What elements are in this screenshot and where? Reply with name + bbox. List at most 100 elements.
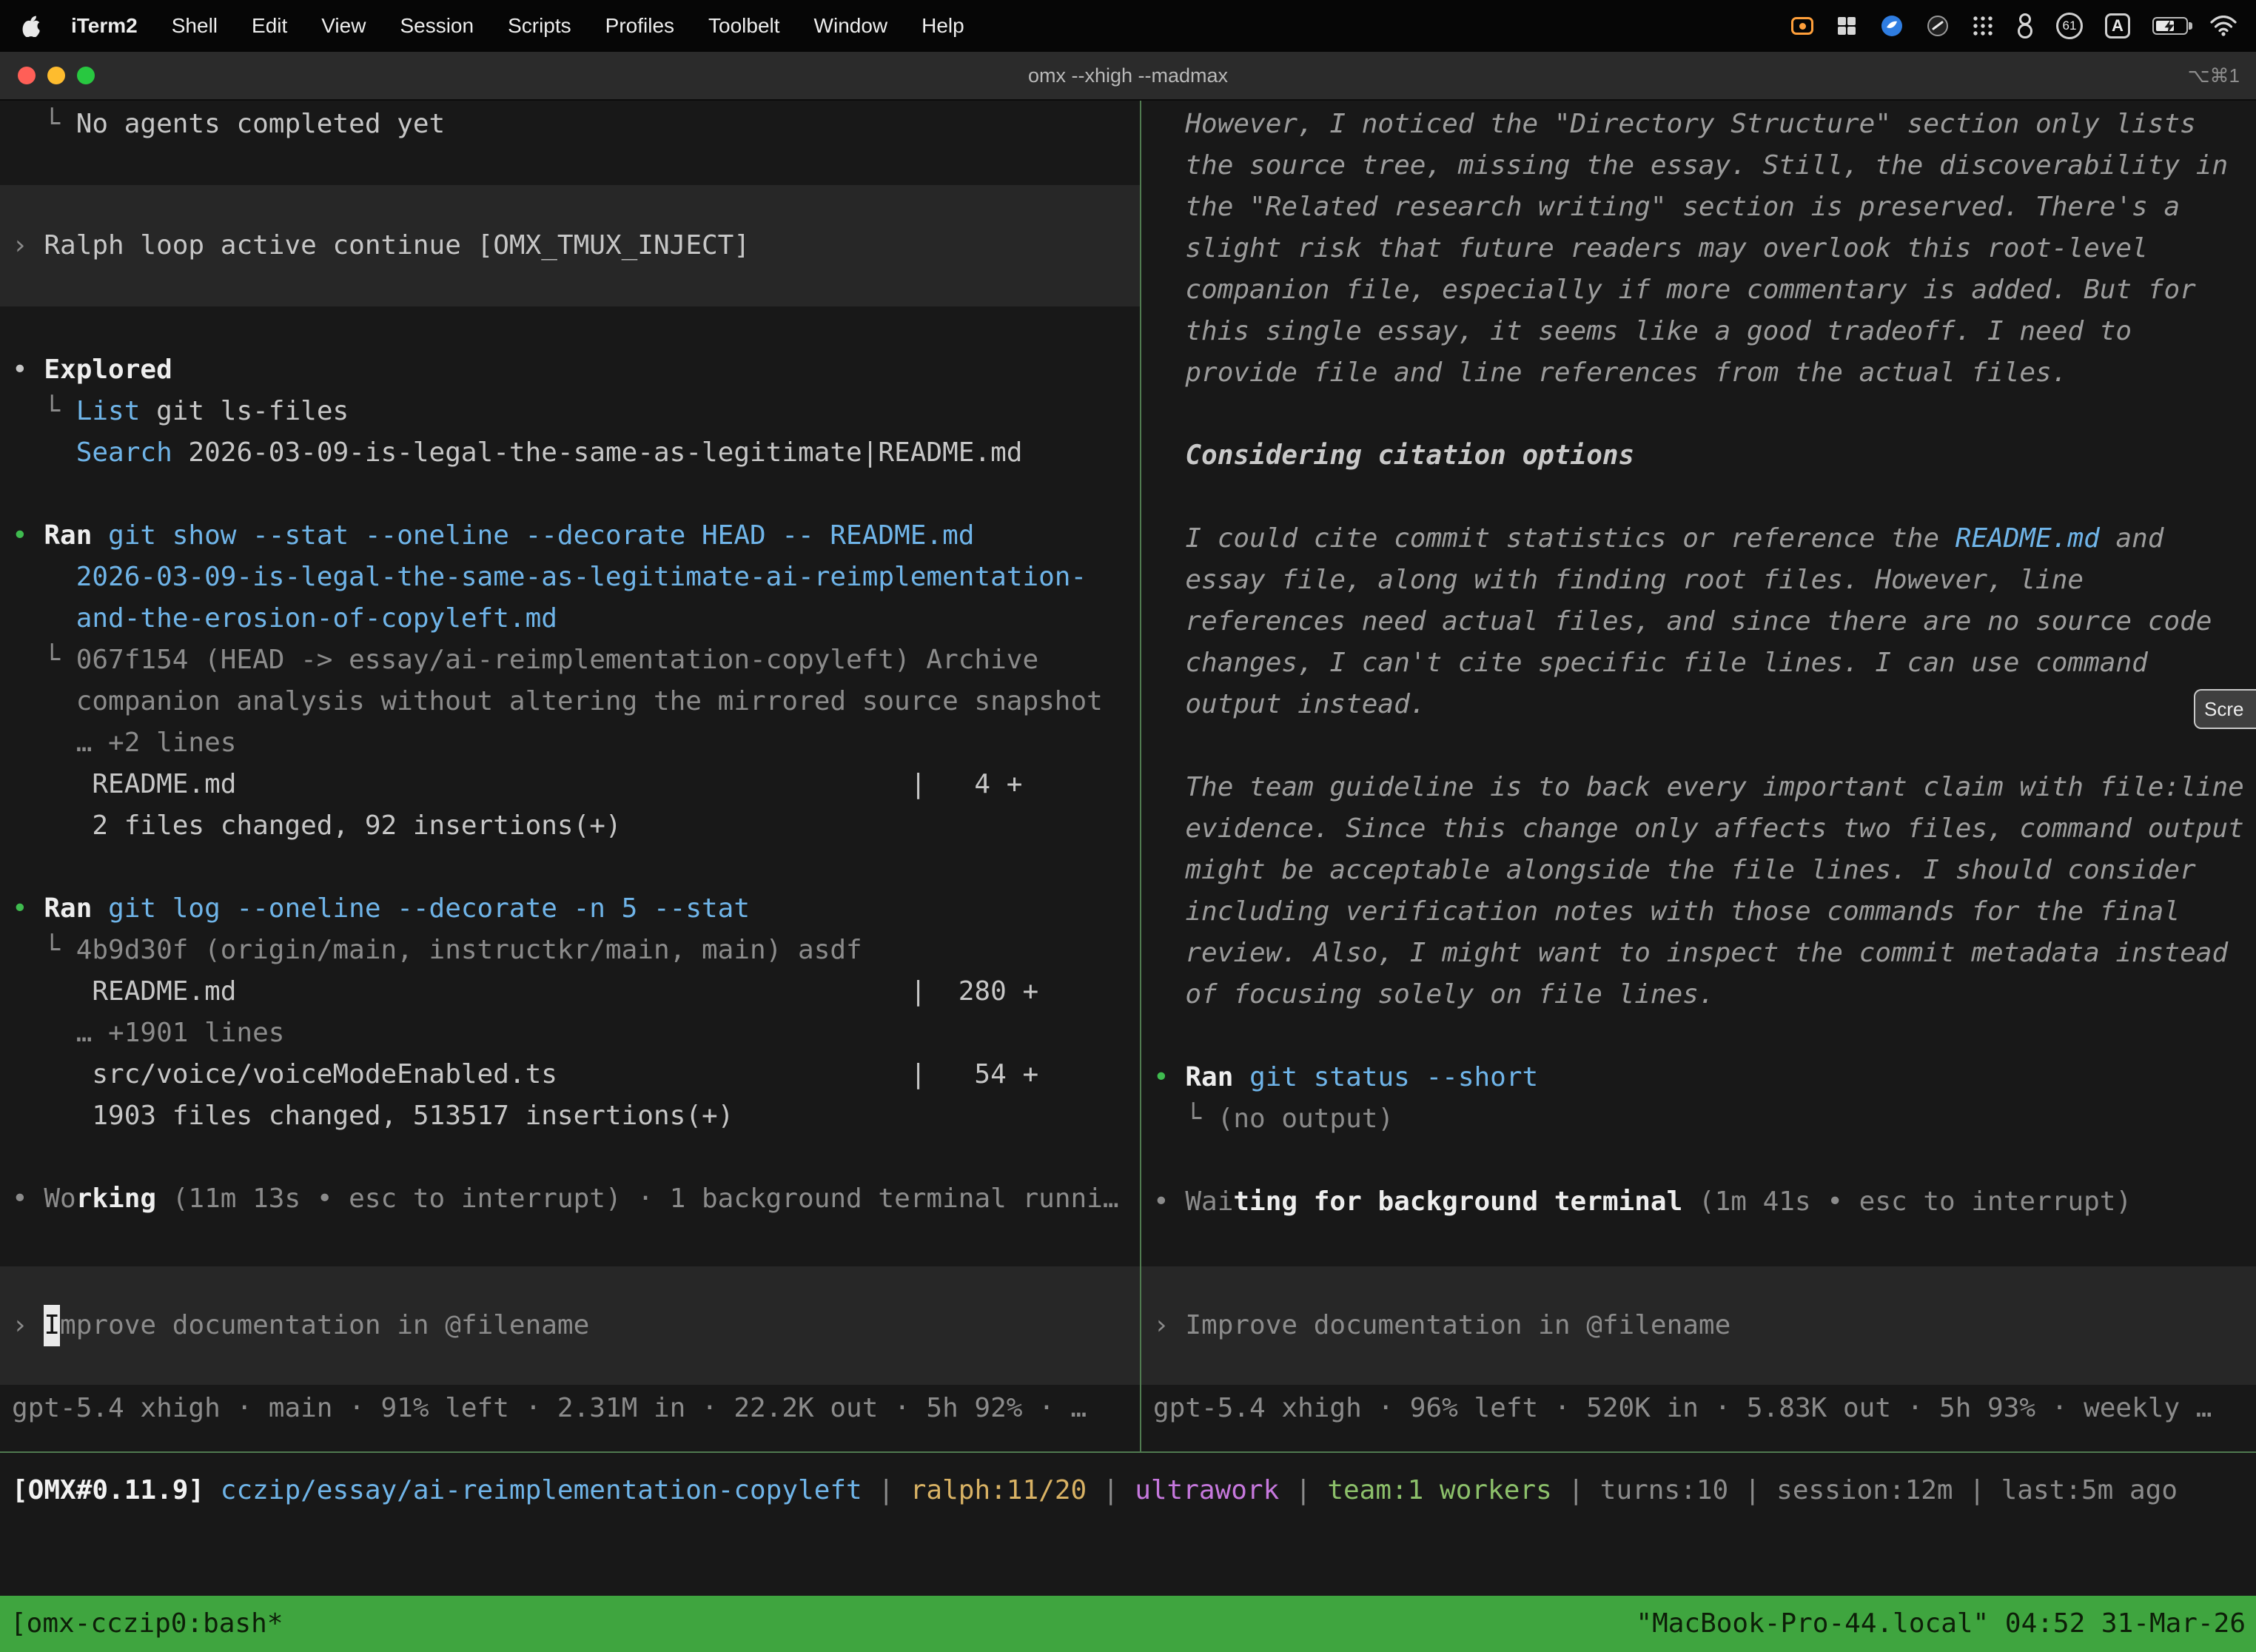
terminal-line: … +2 lines (0, 722, 1140, 764)
text-run: Considering citation options (1153, 440, 1634, 471)
text-run: git log --oneline --decorate -n 5 --stat (108, 893, 750, 924)
menu-item-session[interactable]: Session (400, 14, 474, 38)
terminal-line: 2 files changed, 92 insertions(+) (0, 805, 1140, 847)
text-run: Search (76, 437, 172, 468)
menu-item-view[interactable]: View (321, 14, 366, 38)
menu-status-icons: 61 A (1791, 13, 2237, 39)
terminal-line: src/voice/voiceModeEnabled.ts | 54 + (0, 1054, 1140, 1095)
dark-app-icon[interactable] (1926, 14, 1950, 38)
text-run: | turns:10 | session:12m | last:5m ago (1552, 1475, 2178, 1505)
text-run: • Wai (1153, 1186, 1233, 1217)
text-run: [OMX#0.11.9] (12, 1475, 221, 1505)
text-run: git ls-files (140, 396, 349, 426)
traffic-lights (0, 67, 95, 84)
text-run: of focusing solely on file lines. (1153, 979, 1715, 1010)
window-grid-icon[interactable] (1836, 15, 1858, 37)
text-run: team:1 workers (1327, 1475, 1551, 1505)
menu-item-toolbelt[interactable]: Toolbelt (708, 14, 780, 38)
text-run: the "Related research writing" section i… (1153, 192, 2180, 222)
text-run: 2026-03-09-is-legal-the-same-as-legitima… (12, 562, 1087, 592)
text-run: › Improve documentation in @filename (1153, 1305, 1730, 1346)
text-run: ultrawork (1135, 1475, 1279, 1505)
left-prompt-input[interactable]: › Improve documentation in @filename (0, 1266, 1140, 1385)
text-run: git status --short (1249, 1062, 1538, 1092)
window-title-bar[interactable]: omx --xhigh --madmax ⌥⌘1 (0, 52, 2256, 101)
menu-item-scripts[interactable]: Scripts (508, 14, 571, 38)
omx-status-bar: [OMX#0.11.9] cczip/essay/ai-reimplementa… (0, 1470, 2256, 1511)
recording-dot-icon (1799, 23, 1806, 30)
text-run: • (12, 355, 44, 385)
menu-item-help[interactable]: Help (921, 14, 964, 38)
close-button[interactable] (18, 67, 36, 84)
menu-item-shell[interactable]: Shell (172, 14, 218, 38)
menu-items: iTerm2 Shell Edit View Session Scripts Profile… (71, 14, 964, 38)
zoom-button[interactable] (77, 67, 95, 84)
input-source-label: A (2112, 16, 2124, 36)
terminal-line: 1903 files changed, 513517 insertions(+) (0, 1095, 1140, 1137)
right-session-status: gpt-5.4 xhigh · 96% left · 520K in · 5.8… (1141, 1388, 2256, 1429)
terminal-line: companion analysis without altering the … (0, 681, 1140, 722)
terminal-line: this single essay, it seems like a good … (1141, 311, 2256, 352)
text-run: ting for background terminal (1233, 1186, 1682, 1217)
apple-menu[interactable] (22, 15, 41, 37)
terminal-line: I could cite commit statistics or refere… (1141, 518, 2256, 560)
menu-item-profiles[interactable]: Profiles (605, 14, 674, 38)
text-run: (11m 13s • esc to interrupt) · 1 backgro… (156, 1183, 1118, 1214)
ralph-loop-banner: › Ralph loop active continue [OMX_TMUX_I… (0, 185, 1140, 306)
text-run: Ralph loop active continue [OMX_TMUX_INJ… (44, 225, 750, 266)
menu-item-iterm2[interactable]: iTerm2 (71, 14, 138, 38)
text-run: No agents completed yet (76, 109, 446, 139)
pane-bottom-border (0, 1451, 2256, 1453)
tmux-status-bar: [omx-cczip0:bash* "MacBook-Pro-44.local"… (0, 1596, 2256, 1652)
text-run: src/voice/voiceModeEnabled.ts | 54 + (12, 1059, 1038, 1089)
terminal-line: the source tree, missing the essay. Stil… (1141, 145, 2256, 187)
terminal-line: references need actual files, and since … (1141, 601, 2256, 642)
input-source-icon[interactable]: A (2105, 13, 2130, 38)
menu-item-window[interactable]: Window (814, 14, 888, 38)
waiting-status-line: • Waiting for background terminal (1m 41… (1141, 1181, 2256, 1223)
text-run: (1m 41s • esc to interrupt) (1682, 1186, 2132, 1217)
text-run: slight risk that future readers may over… (1153, 233, 2148, 263)
text-run: the source tree, missing the essay. Stil… (1153, 150, 2228, 181)
text-run: › (12, 225, 44, 266)
text-run: I could cite commit statistics or refere… (1153, 523, 1955, 554)
window-title: omx --xhigh --madmax (0, 64, 2256, 87)
terminal-line: slight risk that future readers may over… (1141, 228, 2256, 269)
text-run (12, 437, 76, 468)
blank-line (1141, 1140, 2256, 1181)
minimize-button[interactable] (47, 67, 65, 84)
figure-eight-icon[interactable] (2016, 13, 2034, 39)
blue-app-icon[interactable] (1880, 14, 1904, 38)
terminal-line: including verification notes with those … (1141, 891, 2256, 933)
menu-item-edit[interactable]: Edit (252, 14, 287, 38)
text-run: might be acceptable alongside the file l… (1153, 855, 2196, 885)
text-run: essay file, along with finding root file… (1153, 565, 2084, 595)
text-run: | (862, 1475, 910, 1505)
blank-line (0, 1137, 1140, 1178)
blank-line (0, 847, 1140, 888)
right-prompt-input[interactable]: › Improve documentation in @filename (1141, 1266, 2256, 1385)
text-run: 2 files changed, 92 insertions(+) (12, 810, 622, 841)
terminal-line: of focusing solely on file lines. (1141, 974, 2256, 1015)
screen-share-tooltip[interactable]: Scre (2194, 689, 2256, 729)
text-run: companion file, especially if more comme… (1153, 275, 2196, 305)
reasoning-heading: Considering citation options (1141, 435, 2256, 477)
terminal-line: output instead. (1141, 684, 2256, 725)
terminal-line: └ 4b9d30f (origin/main, instructkr/main,… (0, 930, 1140, 971)
text-run: gpt-5.4 xhigh · main · 91% left · 2.31M … (12, 1393, 1087, 1423)
text-run: companion analysis without altering the … (12, 686, 1103, 716)
blank-line (0, 474, 1140, 515)
blank-line (1141, 725, 2256, 767)
text-run: README.md (1955, 523, 2100, 554)
battery-percentage-icon[interactable]: 61 (2056, 13, 2083, 39)
text-run: └ 067f154 (HEAD -> essay/ai-reimplementa… (12, 645, 1038, 675)
app-grid-icon[interactable] (1972, 15, 1994, 37)
terminal-line: changes, I can't cite specific file line… (1141, 642, 2256, 684)
wifi-icon[interactable] (2210, 16, 2237, 36)
text-run: Ran (1185, 1062, 1249, 1092)
tmux-host-time-label: "MacBook-Pro-44.local" 04:52 31-Mar-26 (1636, 1603, 2246, 1645)
screen-recording-icon[interactable] (1791, 17, 1813, 35)
text-run: ralph:11/20 (910, 1475, 1087, 1505)
text-run: Ran (44, 520, 108, 551)
battery-icon[interactable] (2152, 17, 2188, 35)
